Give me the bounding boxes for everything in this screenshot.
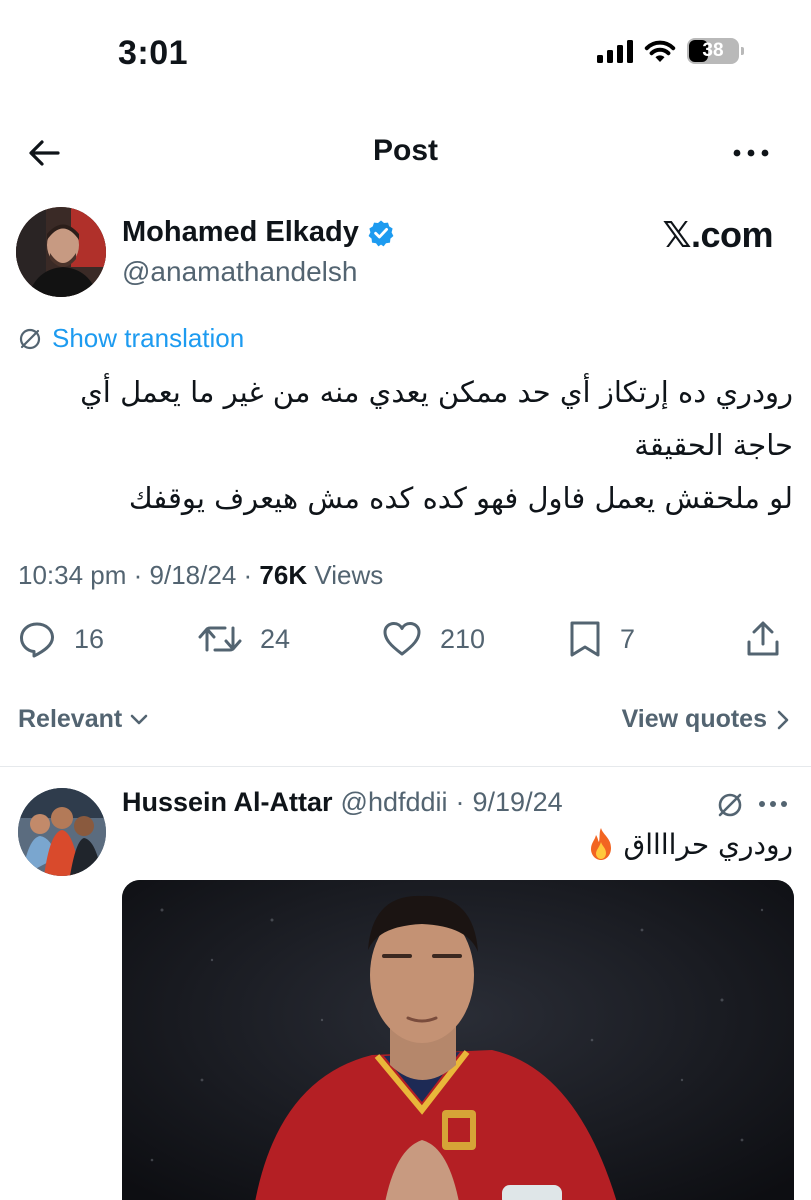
author-avatar[interactable] <box>16 207 106 297</box>
tweet-text: رودري ده إرتكاز أي حد ممكن يعدي منه من غ… <box>18 366 793 525</box>
action-bar: 16 24 210 7 <box>18 620 781 664</box>
more-horizontal-icon <box>759 801 787 807</box>
wifi-icon <box>644 40 676 62</box>
verified-badge-icon <box>368 220 394 246</box>
x-com-watermark: 𝕏.com <box>662 214 773 255</box>
reply-media-image[interactable] <box>122 880 794 1200</box>
tweet-text-line: حاجة الحقيقة <box>634 428 793 462</box>
sort-label: Relevant <box>18 705 123 733</box>
post-time: 10:34 pm <box>18 560 127 590</box>
chevron-right-icon <box>777 710 789 729</box>
share-icon <box>747 621 779 656</box>
reply-author-name[interactable]: Hussein Al-Attar <box>122 787 333 818</box>
view-quotes-link[interactable]: View quotes <box>622 705 789 734</box>
repost-button[interactable]: 24 <box>198 620 290 658</box>
author-photo <box>16 207 106 297</box>
like-count: 210 <box>440 623 486 654</box>
battery-level: 38 <box>702 40 724 61</box>
player-photo <box>122 880 794 1200</box>
repost-icon <box>198 626 242 652</box>
reply-translate-button[interactable] <box>715 790 745 820</box>
cellular-signal-icon <box>597 39 633 63</box>
show-translation-label: Show translation <box>52 323 245 353</box>
status-time: 3:01 <box>118 34 189 72</box>
reply-text-row: رودري حرااااق <box>586 826 793 862</box>
post-meta: 10:34 pm · 9/18/24 · 76K Views <box>18 560 384 590</box>
translate-icon <box>19 328 41 349</box>
repost-count: 24 <box>260 623 291 654</box>
sort-relevant-dropdown[interactable]: Relevant <box>18 705 148 734</box>
bookmark-count: 7 <box>620 623 636 654</box>
fire-emoji-icon <box>590 828 611 860</box>
share-button[interactable] <box>745 620 781 658</box>
reply-header: Hussein Al-Attar @hdfddii · 9/19/24 <box>122 787 563 818</box>
reply-date: 9/19/24 <box>472 787 563 817</box>
views-label: Views <box>314 560 384 590</box>
reply-more-button[interactable] <box>755 794 791 814</box>
tweet-text-line: لو ملحقش يعمل فاول فهو كده كده مش هيعرف … <box>128 481 793 515</box>
bookmark-button[interactable]: 7 <box>568 620 635 658</box>
author-handle[interactable]: @anamathandelsh <box>122 256 357 288</box>
reply-text: رودري حرااااق <box>623 827 793 861</box>
page-title: Post <box>372 134 438 167</box>
post-date: 9/18/24 <box>149 560 237 590</box>
heart-icon <box>383 622 421 656</box>
reply-count: 16 <box>74 623 105 654</box>
views-count: 76K <box>259 560 308 590</box>
bookmark-icon <box>570 621 600 657</box>
status-icons: 38 <box>597 38 744 64</box>
author-name-row[interactable]: Mohamed Elkady <box>122 216 395 249</box>
reply-icon <box>20 622 54 658</box>
chevron-down-icon <box>130 714 148 724</box>
divider <box>0 766 811 767</box>
view-quotes-label: View quotes <box>621 705 767 733</box>
reply-author-handle[interactable]: @hdfddii <box>341 787 448 818</box>
author-name[interactable]: Mohamed Elkady <box>122 216 359 249</box>
tweet-text-line: رودري ده إرتكاز أي حد ممكن يعدي منه من غ… <box>80 375 793 409</box>
translate-icon <box>718 793 742 817</box>
battery-icon: 38 <box>687 38 744 64</box>
reply-author-photo <box>18 788 106 876</box>
show-translation-link[interactable]: Show translation <box>18 323 244 354</box>
more-options-button[interactable] <box>731 138 771 168</box>
reply-button[interactable]: 16 <box>18 620 104 658</box>
like-button[interactable]: 210 <box>382 620 485 658</box>
more-horizontal-icon <box>733 149 769 157</box>
reply-author-avatar[interactable] <box>18 788 106 876</box>
